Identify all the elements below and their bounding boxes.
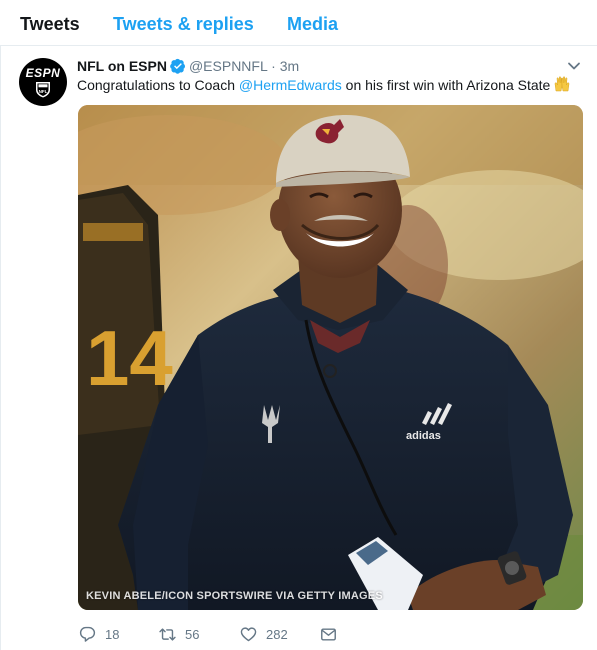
photo-coach: 14 adidas	[78, 105, 583, 610]
tweet[interactable]: ESPN NFL NFL on ESPN @ESPNNFL · 3m Congr…	[0, 46, 597, 650]
heart-icon	[240, 626, 257, 641]
svg-text:NFL: NFL	[39, 89, 48, 94]
reply-button[interactable]: 18	[79, 624, 119, 644]
reply-count: 18	[105, 626, 120, 642]
retweet-icon	[159, 627, 176, 641]
account-name[interactable]: NFL on ESPN	[77, 58, 167, 74]
jersey-number: 14	[86, 314, 173, 402]
tweet-actions: 18 56 282	[78, 624, 398, 644]
mention-link[interactable]: @HermEdwards	[239, 77, 342, 93]
separator-dot: ·	[271, 58, 276, 74]
verified-badge-icon	[170, 58, 185, 74]
retweet-count: 56	[185, 626, 200, 642]
photo-credit: KEVIN ABELE/ICON SPORTSWIRE VIA GETTY IM…	[86, 590, 383, 602]
nfl-shield-icon: NFL	[36, 82, 50, 98]
chevron-down-icon[interactable]	[567, 59, 581, 73]
timestamp[interactable]: 3m	[280, 58, 299, 74]
reply-icon	[79, 626, 96, 642]
espn-logo-text: ESPN	[25, 66, 61, 80]
tweet-header: NFL on ESPN @ESPNNFL · 3m	[77, 56, 299, 76]
raised-hands-emoji	[555, 76, 570, 92]
like-button[interactable]: 282	[240, 624, 288, 644]
tab-tweets[interactable]: Tweets	[20, 12, 80, 36]
tweet-photo[interactable]: 14 adidas KEVIN ABELE/ICON SPORTSWIRE VI…	[78, 105, 583, 610]
shirt-logo-text: adidas	[406, 430, 441, 442]
tab-tweets-and-replies[interactable]: Tweets & replies	[113, 12, 254, 36]
like-count: 282	[266, 626, 288, 642]
envelope-icon	[321, 627, 336, 641]
direct-message-button[interactable]	[320, 624, 346, 644]
avatar[interactable]: ESPN NFL	[19, 58, 67, 106]
retweet-button[interactable]: 56	[159, 624, 199, 644]
tweet-text-start: Congratulations to Coach	[77, 77, 239, 93]
account-handle[interactable]: @ESPNNFL	[189, 58, 267, 74]
tweet-text: Congratulations to Coach @HermEdwards on…	[77, 75, 571, 95]
profile-tabs: Tweets Tweets & replies Media	[0, 0, 597, 46]
tweet-text-end: on his first win with Arizona State	[341, 77, 551, 93]
tab-media[interactable]: Media	[287, 12, 338, 36]
